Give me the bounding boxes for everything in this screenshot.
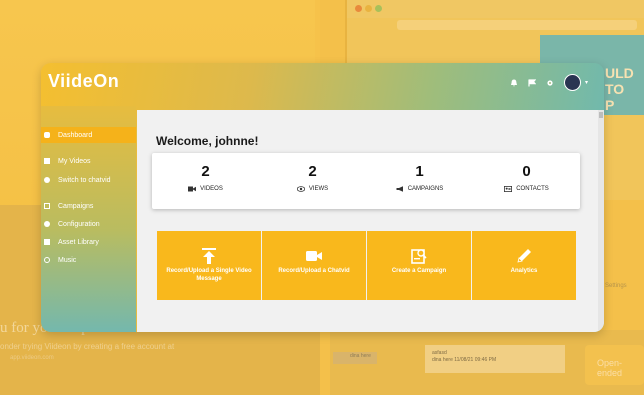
action-label: Record/Upload a Single Video Message [166, 268, 252, 282]
contacts-icon [504, 186, 513, 192]
topbar-icons: ▾ [510, 74, 588, 91]
stat-contacts[interactable]: 0 CONTACTS [473, 163, 580, 192]
folder-icon [44, 239, 50, 245]
sidebar-item-music[interactable]: Music [41, 252, 136, 268]
app-logo[interactable]: ViideOn [48, 71, 119, 92]
stat-value: 1 [415, 163, 424, 180]
stat-videos[interactable]: 2 VIDEOS [152, 163, 259, 192]
analytics-button[interactable]: Analytics [472, 231, 576, 300]
action-label: Analytics [510, 268, 538, 274]
bg-row-text: dina here [350, 353, 371, 359]
sidebar-item-label: Dashboard [58, 131, 93, 139]
sidebar-item-label: My Videos [58, 157, 91, 165]
stat-label-row: VIEWS [259, 186, 366, 192]
stat-value: 0 [522, 163, 531, 180]
bg-browser-bar [347, 0, 644, 18]
bg-open-ended-text: Open-ended [597, 358, 623, 378]
main-content: Welcome, johnne! 2 VIDEOS 2 VIEWS 1 CAMP… [137, 110, 604, 332]
sidebar-item-label: Configuration [58, 220, 100, 228]
sidebar-item-campaigns[interactable]: Campaigns [41, 198, 136, 214]
sidebar-item-label: Campaigns [58, 202, 94, 210]
action-label: Create a Campaign [391, 268, 447, 274]
bg-row2-line2: dina here 11/08/21 09:46 PM [432, 357, 497, 363]
bg-dot [355, 5, 362, 12]
sidebar-item-configuration[interactable]: Configuration [41, 216, 136, 232]
scrollbar[interactable] [598, 110, 604, 332]
stat-value: 2 [308, 163, 317, 180]
sidebar-item-asset-library[interactable]: Asset Library [41, 234, 136, 250]
sidebar-item-dashboard[interactable]: Dashboard [41, 127, 136, 143]
campaign-icon [44, 203, 50, 209]
stat-label: CONTACTS [516, 186, 549, 192]
bell-icon[interactable] [510, 79, 518, 87]
chevron-down-icon[interactable]: ▾ [585, 79, 588, 86]
bg-right-text: ULD TO P [605, 65, 634, 113]
upload-icon [202, 248, 216, 264]
stat-label: VIEWS [308, 186, 329, 192]
sidebar-item-label: Asset Library [58, 238, 99, 246]
create-campaign-button[interactable]: Create a Campaign [367, 231, 471, 300]
sidebar-item-my-videos[interactable]: My Videos [41, 153, 136, 169]
video-icon [44, 158, 50, 164]
flag-icon[interactable] [528, 78, 536, 87]
bg-row2-line1: asfasd [432, 350, 447, 356]
bg-settings-text: Settings [605, 283, 627, 289]
bg-consider-text: onder trying Viideon by creating a free … [0, 342, 175, 351]
config-icon [44, 221, 50, 227]
eye-icon [296, 186, 305, 192]
stat-label: CAMPAIGNS [407, 186, 444, 192]
sidebar: Dashboard My Videos Switch to chatvid Ca… [41, 106, 136, 332]
stats-card: 2 VIDEOS 2 VIEWS 1 CAMPAIGNS 0 CONTACTS [152, 153, 580, 209]
record-single-video-button[interactable]: Record/Upload a Single Video Message [157, 231, 261, 300]
bg-url-bar [397, 20, 637, 30]
sidebar-item-label: Switch to chatvid [58, 176, 111, 184]
bg-dot [365, 5, 372, 12]
scroll-thumb[interactable] [599, 112, 603, 118]
record-chatvid-button[interactable]: Record/Upload a Chatvid [262, 231, 366, 300]
campaign-create-icon [411, 249, 427, 264]
video-record-icon [306, 251, 322, 261]
megaphone-icon [396, 186, 403, 192]
music-icon [44, 257, 50, 263]
stat-label-row: CAMPAIGNS [366, 186, 473, 192]
stat-views[interactable]: 2 VIEWS [259, 163, 366, 192]
stat-label: VIDEOS [200, 186, 223, 192]
action-label: Record/Upload a Chatvid [278, 268, 350, 274]
dashboard-icon [44, 132, 50, 138]
chat-icon [44, 177, 50, 183]
stat-label-row: VIDEOS [152, 186, 259, 192]
video-camera-icon [188, 186, 197, 192]
avatar[interactable] [563, 74, 581, 91]
gear-icon[interactable] [546, 79, 554, 87]
stat-label-row: CONTACTS [473, 186, 580, 192]
sidebar-item-switch-chatvid[interactable]: Switch to chatvid [41, 172, 136, 188]
bg-dot [375, 5, 382, 12]
bg-row2-text: asfasd dina here 11/08/21 09:46 PM [432, 350, 496, 364]
app-window: ViideOn ▾ Dashboard My Videos Switch to … [41, 63, 604, 332]
stat-value: 2 [201, 163, 210, 180]
page-title: Welcome, johnne! [156, 134, 259, 148]
sidebar-item-label: Music [58, 256, 77, 264]
pencil-icon [517, 249, 531, 263]
bg-url-text: app.viideon.com [10, 355, 54, 361]
stat-campaigns[interactable]: 1 CAMPAIGNS [366, 163, 473, 192]
